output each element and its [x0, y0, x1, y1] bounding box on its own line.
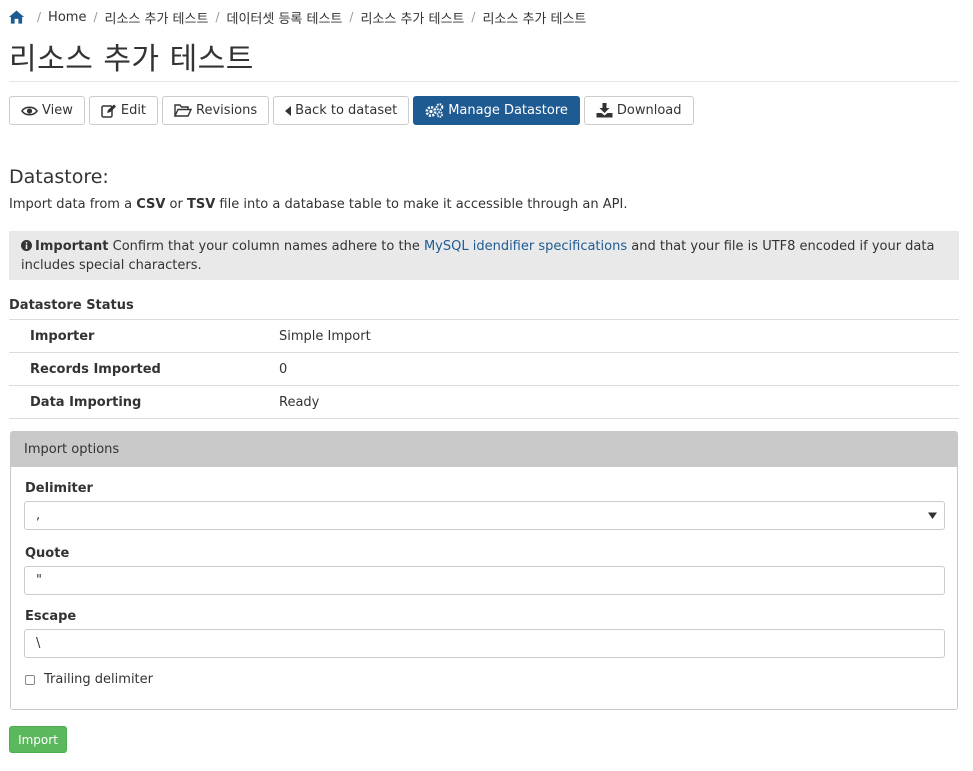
intro-csv: CSV: [136, 197, 166, 212]
folder-open-icon: [174, 104, 193, 117]
home-icon[interactable]: [9, 10, 24, 24]
title-divider: [9, 81, 959, 82]
tab-back-to-dataset[interactable]: Back to dataset: [273, 96, 410, 125]
table-row: Records Imported 0: [9, 352, 959, 386]
escape-label: Escape: [25, 609, 77, 624]
trailing-delimiter-row: Trailing delimiter: [25, 672, 153, 687]
tab-view-label: View: [42, 103, 73, 118]
escape-value: \: [36, 636, 41, 651]
tab-view[interactable]: View: [9, 96, 85, 125]
table-row: Importer Simple Import: [9, 319, 959, 353]
quote-value: ": [36, 573, 42, 588]
edit-icon: [101, 104, 116, 118]
trailing-delimiter-label[interactable]: Trailing delimiter: [44, 672, 153, 687]
status-value: 0: [279, 352, 959, 386]
status-value: Simple Import: [279, 319, 959, 353]
quote-label: Quote: [25, 546, 70, 561]
tab-manage-datastore-label: Manage Datastore: [448, 103, 568, 118]
tab-revisions[interactable]: Revisions: [162, 96, 270, 125]
breadcrumb-dataset[interactable]: 데이터셋 등록 테스트: [226, 8, 342, 27]
breadcrumb-separator: /: [93, 10, 98, 24]
status-key: Records Imported: [9, 352, 279, 386]
download-icon: [596, 103, 613, 118]
page-title: 리소스 추가 테스트: [9, 42, 254, 77]
breadcrumb-separator: /: [215, 10, 220, 24]
panel-heading: Import options: [11, 432, 957, 467]
intro-prefix: Import data from a: [9, 197, 137, 212]
alert-strong: Important: [35, 239, 109, 254]
breadcrumb-separator: /: [37, 10, 42, 24]
delimiter-label: Delimiter: [25, 481, 93, 496]
datastore-status-title: Datastore Status: [9, 298, 134, 313]
tab-edit[interactable]: Edit: [88, 96, 159, 125]
caret-left-icon: [285, 105, 292, 116]
datastore-status-table: Importer Simple Import Records Imported …: [9, 319, 959, 419]
eye-icon: [21, 105, 38, 116]
tab-edit-label: Edit: [120, 103, 147, 118]
alert-text-1: Confirm that your column names adhere to…: [108, 239, 424, 254]
trailing-delimiter-checkbox[interactable]: [25, 674, 35, 685]
chevron-down-icon: [928, 512, 937, 519]
breadcrumb-current: 리소스 추가 테스트: [482, 11, 587, 27]
intro-tsv: TSV: [186, 197, 216, 212]
breadcrumb-resource[interactable]: 리소스 추가 테스트: [104, 8, 208, 27]
delimiter-value: ,: [36, 508, 41, 523]
tab-download[interactable]: Download: [583, 96, 694, 125]
tab-download-label: Download: [616, 103, 682, 118]
table-row: Data Importing Ready: [9, 385, 959, 419]
resource-tabs: View Edit Revisions Back to dataset Mana…: [9, 96, 694, 125]
tab-revisions-label: Revisions: [196, 103, 258, 118]
breadcrumb-resource-2[interactable]: 리소스 추가 테스트: [360, 8, 464, 27]
breadcrumb-separator: /: [349, 10, 354, 24]
cogs-icon: [425, 103, 444, 118]
datastore-intro: Import data from a CSV or TSV file into …: [9, 197, 627, 212]
tab-manage-datastore[interactable]: Manage Datastore: [413, 96, 580, 125]
important-alert: Important Confirm that your column names…: [9, 231, 959, 280]
status-value: Ready: [279, 385, 959, 419]
intro-or: or: [165, 197, 187, 212]
tab-back-label: Back to dataset: [295, 103, 398, 118]
status-key: Data Importing: [9, 385, 279, 419]
intro-suffix: file into a database table to make it ac…: [215, 197, 628, 212]
info-icon: [21, 240, 32, 251]
breadcrumb-home[interactable]: Home: [48, 10, 86, 25]
datastore-heading: Datastore:: [9, 166, 109, 188]
breadcrumb: / Home / 리소스 추가 테스트 / 데이터셋 등록 테스트 / 리소스 …: [9, 8, 587, 27]
import-button[interactable]: Import: [9, 726, 67, 753]
delimiter-select[interactable]: ,: [24, 501, 945, 530]
breadcrumb-separator: /: [471, 10, 476, 24]
status-key: Importer: [9, 319, 279, 353]
escape-input[interactable]: \: [24, 629, 945, 658]
quote-input[interactable]: ": [24, 566, 945, 595]
mysql-spec-link[interactable]: MySQL idendifier specifications: [424, 239, 627, 254]
import-options-panel: Import options Delimiter , Quote " Escap…: [10, 431, 958, 710]
